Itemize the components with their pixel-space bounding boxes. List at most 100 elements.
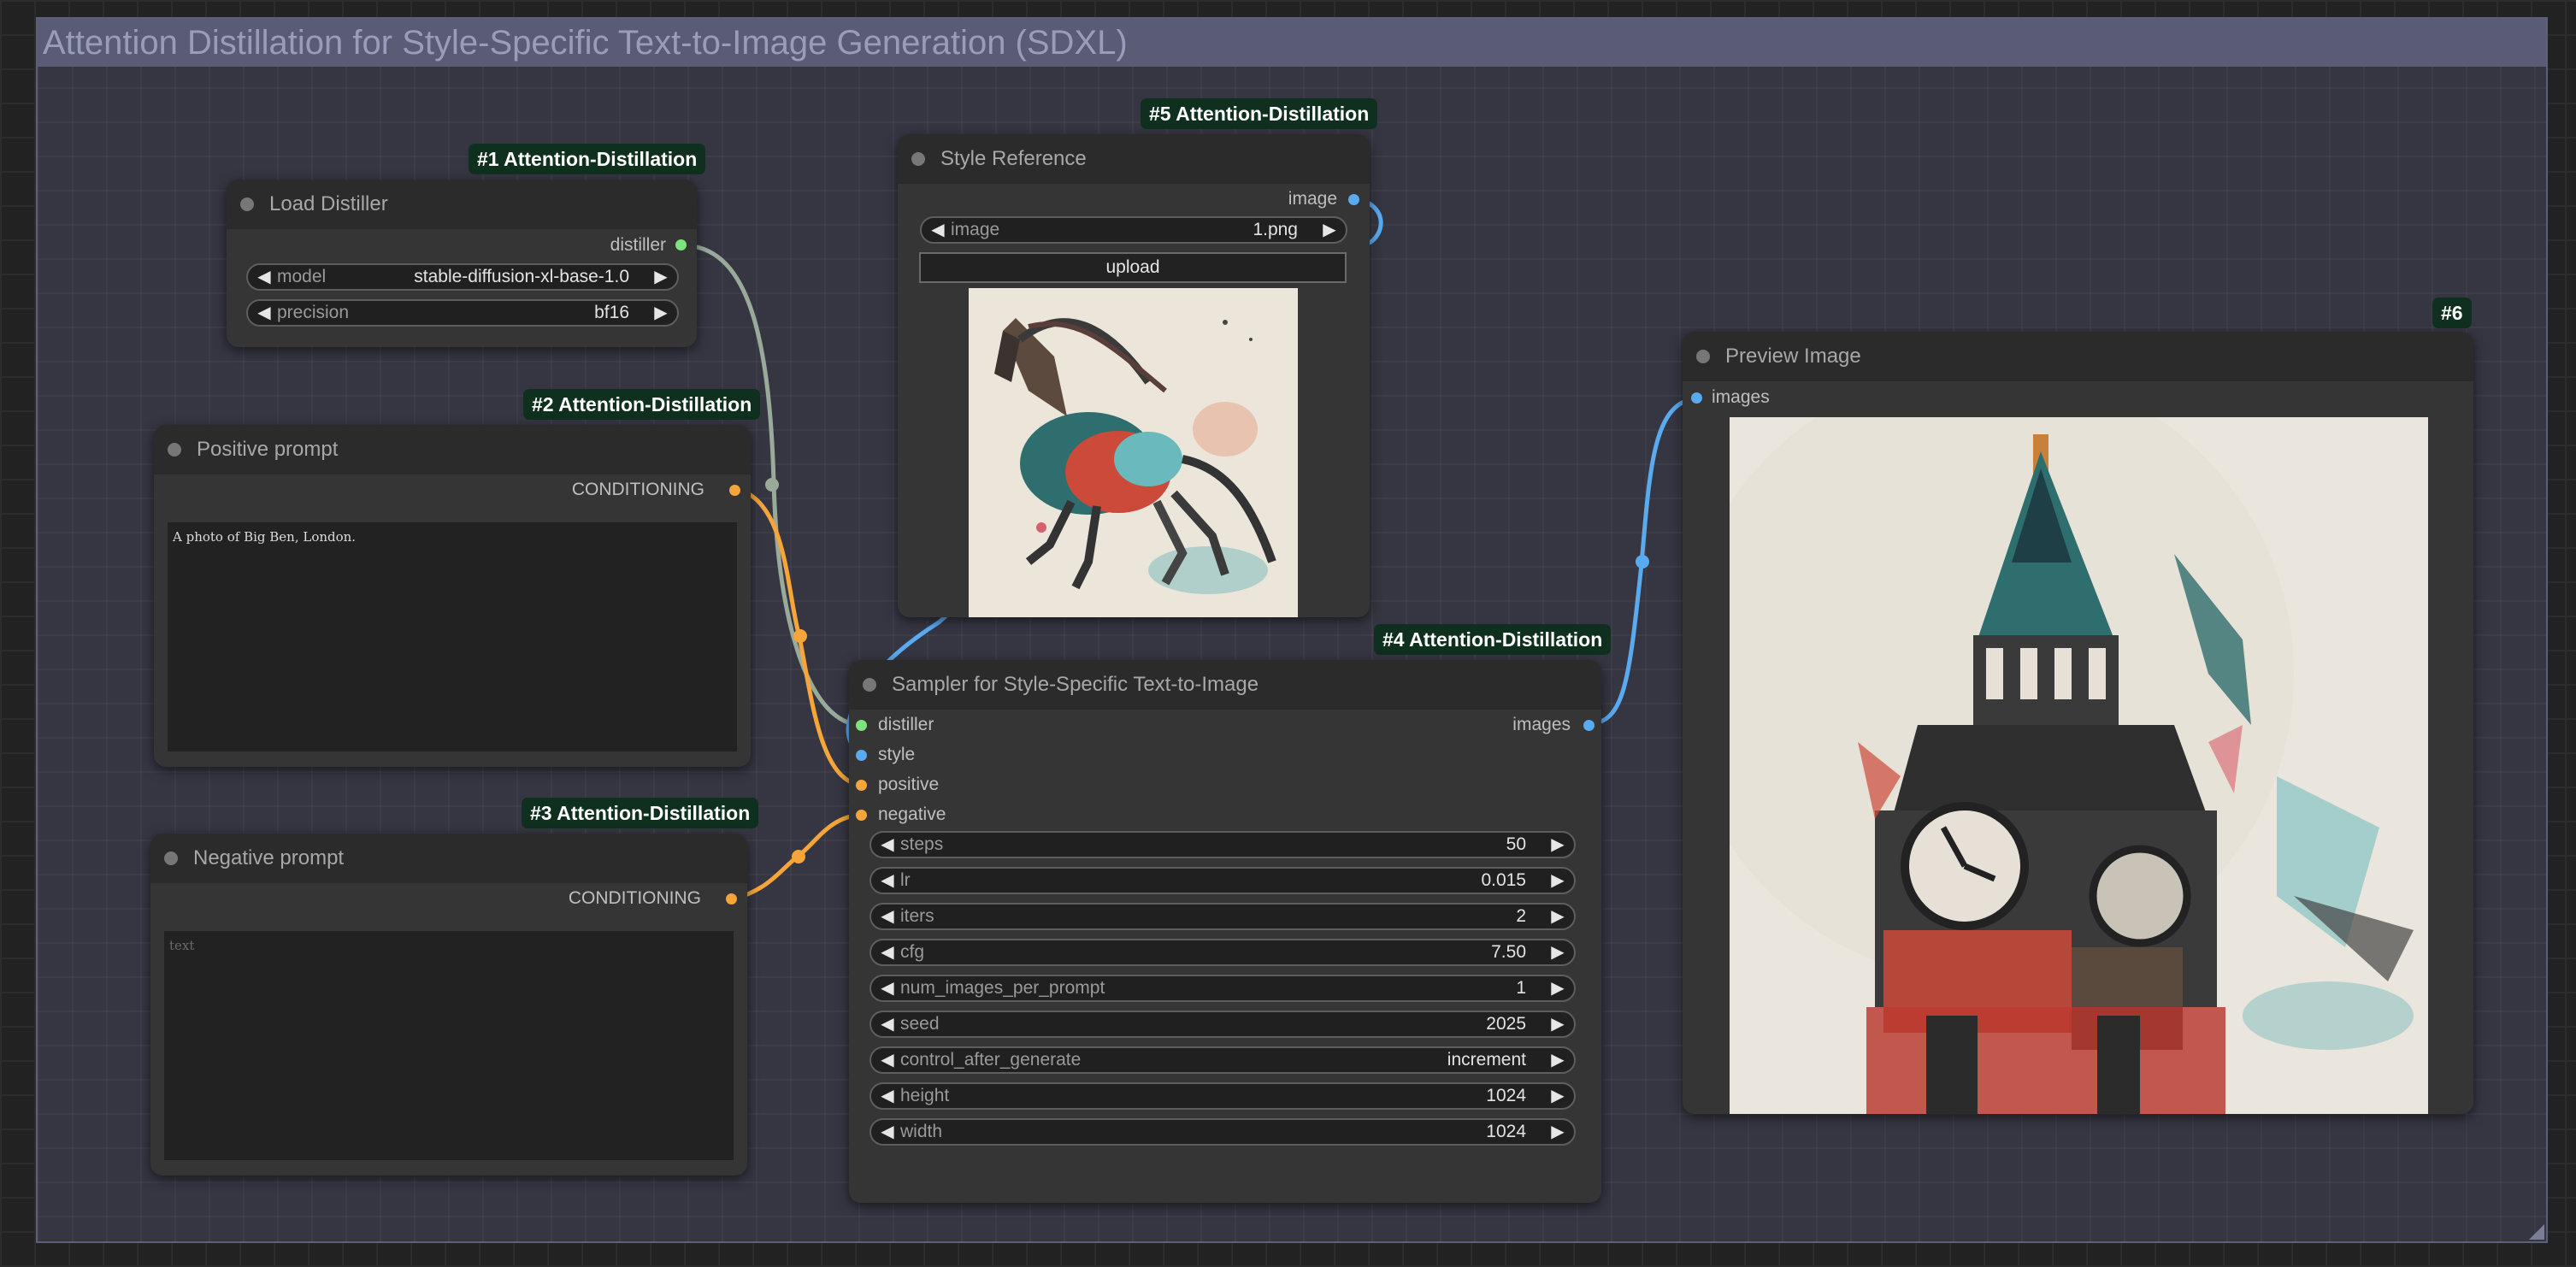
input-slot-label: negative (878, 804, 946, 824)
left-arrow-icon[interactable]: ◀ (253, 301, 275, 325)
left-arrow-icon[interactable]: ◀ (876, 1012, 899, 1036)
node-title[interactable]: Negative prompt (150, 834, 747, 883)
node-title-text: Positive prompt (197, 438, 339, 461)
input-slot-style[interactable] (856, 750, 867, 761)
right-arrow-icon[interactable]: ▶ (650, 301, 672, 325)
left-arrow-icon[interactable]: ◀ (876, 869, 899, 893)
node-title[interactable]: Sampler for Style-Specific Text-to-Image (849, 660, 1601, 710)
node-title[interactable]: Preview Image (1683, 332, 2473, 381)
widget-value: 0.015 (1481, 870, 1526, 890)
right-arrow-icon[interactable]: ▶ (1547, 1084, 1569, 1108)
collapse-dot-icon[interactable] (240, 197, 254, 211)
node-title-text: Negative prompt (193, 846, 345, 869)
positive-prompt-textarea[interactable]: A photo of Big Ben, London. (168, 522, 737, 751)
style-reference-node[interactable]: Style Reference image ◀ image 1.png ▶ up… (898, 134, 1370, 617)
left-arrow-icon[interactable]: ◀ (876, 905, 899, 928)
widget-label: seed (900, 1014, 940, 1034)
upload-button[interactable]: upload (919, 252, 1347, 283)
right-arrow-icon[interactable]: ▶ (1318, 218, 1341, 242)
lr-number-widget[interactable]: ◀ lr 0.015 ▶ (869, 867, 1576, 894)
collapse-dot-icon[interactable] (168, 443, 181, 457)
widget-value: 1 (1516, 978, 1526, 998)
output-slot-conditioning[interactable] (729, 485, 740, 496)
widget-label: control_after_generate (900, 1050, 1082, 1070)
height-number-widget[interactable]: ◀ height 1024 ▶ (869, 1082, 1576, 1110)
right-arrow-icon[interactable]: ▶ (1547, 976, 1569, 1000)
widget-label: width (900, 1122, 943, 1141)
output-slot-images[interactable] (1583, 720, 1595, 731)
collapse-dot-icon[interactable] (1696, 350, 1710, 363)
right-arrow-icon[interactable]: ▶ (1547, 1012, 1569, 1036)
widget-label: steps (900, 834, 944, 854)
precision-combo[interactable]: ◀ precision bf16 ▶ (246, 299, 679, 327)
output-slot-image[interactable] (1348, 194, 1359, 205)
left-arrow-icon[interactable]: ◀ (876, 976, 899, 1000)
collapse-dot-icon[interactable] (164, 852, 178, 865)
left-arrow-icon[interactable]: ◀ (253, 265, 275, 289)
collapse-dot-icon[interactable] (863, 678, 876, 692)
input-slot-label: distiller (878, 715, 934, 734)
left-arrow-icon[interactable]: ◀ (927, 218, 949, 242)
node-title[interactable]: Load Distiller (227, 180, 697, 229)
cfg-number-widget[interactable]: ◀ cfg 7.50 ▶ (869, 939, 1576, 966)
right-arrow-icon[interactable]: ▶ (1547, 905, 1569, 928)
num-images-per-prompt-widget[interactable]: ◀ num_images_per_prompt 1 ▶ (869, 975, 1576, 1002)
right-arrow-icon[interactable]: ▶ (1547, 940, 1569, 964)
left-arrow-icon[interactable]: ◀ (876, 1120, 899, 1144)
sampler-node[interactable]: Sampler for Style-Specific Text-to-Image… (849, 660, 1601, 1203)
input-slot-label: style (878, 745, 916, 764)
right-arrow-icon[interactable]: ▶ (1547, 1120, 1569, 1144)
left-arrow-icon[interactable]: ◀ (876, 940, 899, 964)
iters-number-widget[interactable]: ◀ iters 2 ▶ (869, 903, 1576, 930)
node-title-text: Load Distiller (269, 192, 388, 215)
width-number-widget[interactable]: ◀ width 1024 ▶ (869, 1118, 1576, 1146)
widget-label: model (277, 267, 327, 286)
widget-label: image (951, 220, 1000, 239)
node-badge: #5 Attention-Distillation (1141, 98, 1378, 129)
input-slot-label: positive (878, 775, 940, 794)
widget-value: bf16 (594, 303, 629, 322)
widget-label: cfg (900, 942, 925, 962)
seed-number-widget[interactable]: ◀ seed 2025 ▶ (869, 1011, 1576, 1038)
widget-value: stable-diffusion-xl-base-1.0 (414, 267, 629, 286)
control-after-generate-combo[interactable]: ◀ control_after_generate increment ▶ (869, 1046, 1576, 1074)
output-slot-distiller[interactable] (675, 239, 687, 250)
widget-value: 2025 (1486, 1014, 1526, 1034)
model-combo[interactable]: ◀ model stable-diffusion-xl-base-1.0 ▶ (246, 263, 679, 291)
input-slot-label: images (1712, 387, 1770, 407)
widget-value: increment (1447, 1050, 1526, 1070)
positive-prompt-node[interactable]: Positive prompt CONDITIONING A photo of … (154, 425, 751, 767)
right-arrow-icon[interactable]: ▶ (1547, 1048, 1569, 1072)
node-badge: #2 Attention-Distillation (523, 389, 761, 420)
node-title-text: Preview Image (1725, 345, 1861, 368)
left-arrow-icon[interactable]: ◀ (876, 1084, 899, 1108)
output-slot-label: images (1512, 715, 1571, 734)
right-arrow-icon[interactable]: ▶ (650, 265, 672, 289)
widget-value: 50 (1506, 834, 1526, 854)
input-slot-images[interactable] (1691, 392, 1702, 404)
node-title[interactable]: Positive prompt (154, 425, 751, 474)
input-slot-negative[interactable] (856, 810, 867, 821)
widget-value: 1024 (1486, 1086, 1526, 1105)
input-slot-distiller[interactable] (856, 720, 867, 731)
negative-prompt-textarea[interactable]: text (164, 931, 734, 1160)
input-slot-positive[interactable] (856, 780, 867, 791)
node-badge: #4 Attention-Distillation (1374, 624, 1612, 655)
negative-prompt-node[interactable]: Negative prompt CONDITIONING text (150, 834, 747, 1176)
node-badge: #1 Attention-Distillation (469, 144, 706, 174)
right-arrow-icon[interactable]: ▶ (1547, 833, 1569, 857)
node-title[interactable]: Style Reference (898, 134, 1370, 184)
widget-label: precision (277, 303, 350, 322)
group-resize-handle[interactable] (2529, 1224, 2544, 1240)
widget-label: num_images_per_prompt (900, 978, 1105, 998)
output-slot-conditioning[interactable] (726, 893, 737, 905)
preview-image-node[interactable]: Preview Image images (1683, 332, 2473, 1114)
steps-number-widget[interactable]: ◀ steps 50 ▶ (869, 831, 1576, 858)
left-arrow-icon[interactable]: ◀ (876, 833, 899, 857)
left-arrow-icon[interactable]: ◀ (876, 1048, 899, 1072)
image-combo[interactable]: ◀ image 1.png ▶ (920, 216, 1347, 244)
collapse-dot-icon[interactable] (911, 152, 925, 166)
load-distiller-node[interactable]: Load Distiller distiller ◀ model stable-… (227, 180, 697, 347)
group-title[interactable]: Attention Distillation for Style-Specifi… (38, 19, 2546, 67)
right-arrow-icon[interactable]: ▶ (1547, 869, 1569, 893)
